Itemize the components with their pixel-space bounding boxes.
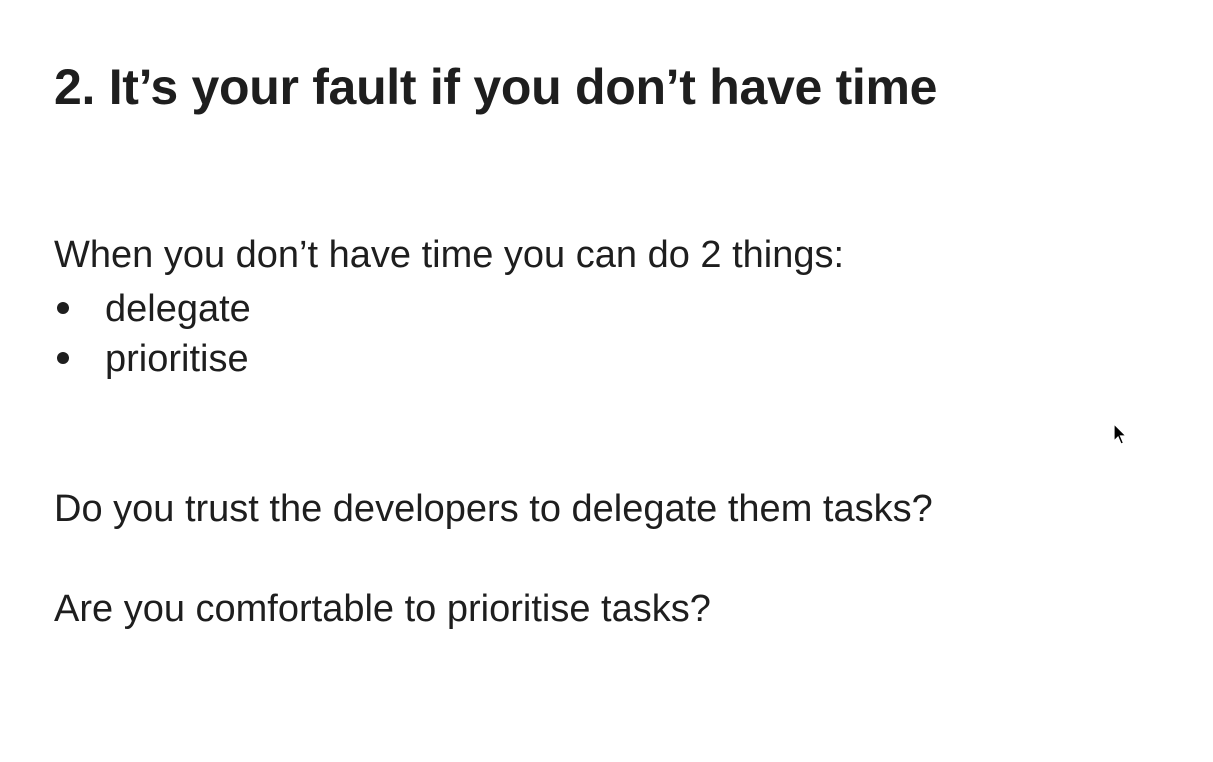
bullet-text: prioritise	[105, 338, 249, 380]
bullet-icon	[57, 302, 69, 314]
slide-title: 2. It’s your fault if you don’t have tim…	[54, 59, 938, 115]
bullet-text: delegate	[105, 288, 251, 330]
bullet-icon	[57, 352, 69, 364]
question-prioritise: Are you comfortable to prioritise tasks?	[54, 588, 711, 630]
mouse-cursor-icon	[1113, 423, 1128, 445]
intro-text: When you don’t have time you can do 2 th…	[54, 234, 845, 276]
bullet-item: prioritise	[54, 334, 251, 384]
bullet-item: delegate	[54, 284, 251, 334]
question-delegate: Do you trust the developers to delegate …	[54, 488, 933, 530]
bullet-list: delegate prioritise	[54, 284, 251, 384]
